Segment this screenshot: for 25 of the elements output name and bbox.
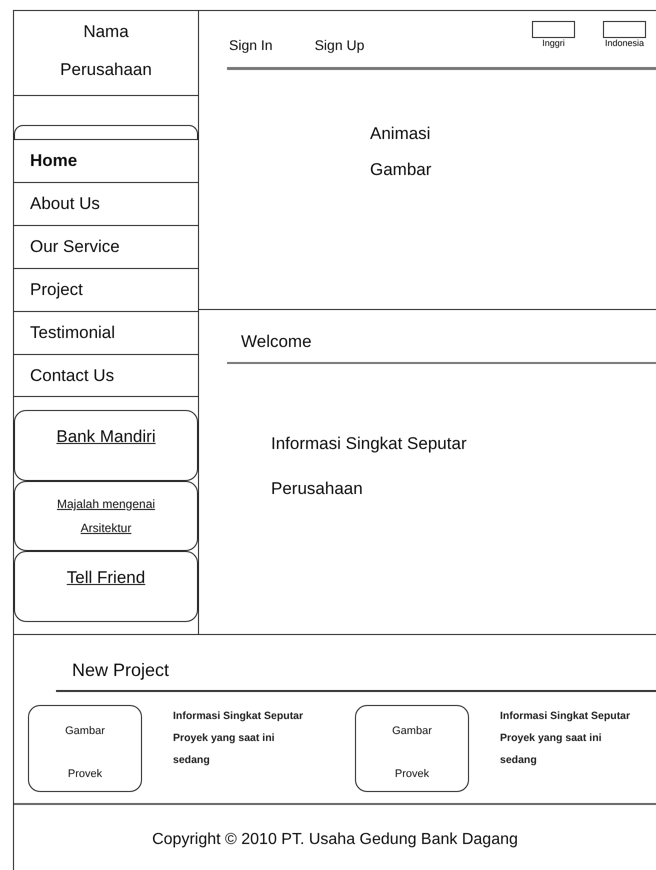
section-title: New Project bbox=[72, 660, 170, 681]
menu-item[interactable]: Testimonial bbox=[14, 311, 198, 354]
project-description: Informasi Singkat Seputar Proyek yang saat ini sedang bbox=[500, 709, 632, 768]
copyright-text: Copyright © 2010 PT. Usaha Gedung Bank Dagang bbox=[151, 830, 519, 849]
header-link[interactable]: Sign In bbox=[229, 37, 273, 53]
menu-item[interactable]: About Us bbox=[14, 182, 198, 225]
blank-flag-icon bbox=[603, 21, 646, 38]
header-link[interactable]: Sign Up bbox=[314, 37, 364, 53]
section-title: Welcome bbox=[241, 332, 313, 352]
sidebar-link[interactable]: Bank Mandiri bbox=[56, 427, 156, 446]
sidebar-link[interactable]: Tell Friend bbox=[66, 568, 146, 587]
banner-placeholder-text: Animasi Gambar bbox=[370, 123, 432, 181]
language-button[interactable]: Indonesia bbox=[593, 21, 656, 48]
image-placeholder-text: Gambar Provek bbox=[64, 724, 106, 782]
company-name: Nama Perusahaan bbox=[14, 11, 198, 96]
menu-item[interactable]: Our Service bbox=[14, 225, 198, 268]
menu-item[interactable]: Project bbox=[14, 268, 198, 311]
menu-item[interactable]: Contact Us bbox=[14, 354, 198, 397]
blank-flag-icon bbox=[532, 21, 575, 38]
menu-item[interactable]: Home bbox=[14, 139, 198, 182]
sidebar-link[interactable]: Majalah mengenai Arsitektur bbox=[35, 492, 177, 540]
language-button[interactable]: Inggri bbox=[522, 21, 585, 48]
project-description: Informasi Singkat Seputar Proyek yang saat ini sedang bbox=[173, 709, 304, 768]
image-placeholder-text: Gambar Provek bbox=[391, 724, 433, 782]
company-info-text: Informasi Singkat Seputar Perusahaan bbox=[271, 433, 468, 500]
